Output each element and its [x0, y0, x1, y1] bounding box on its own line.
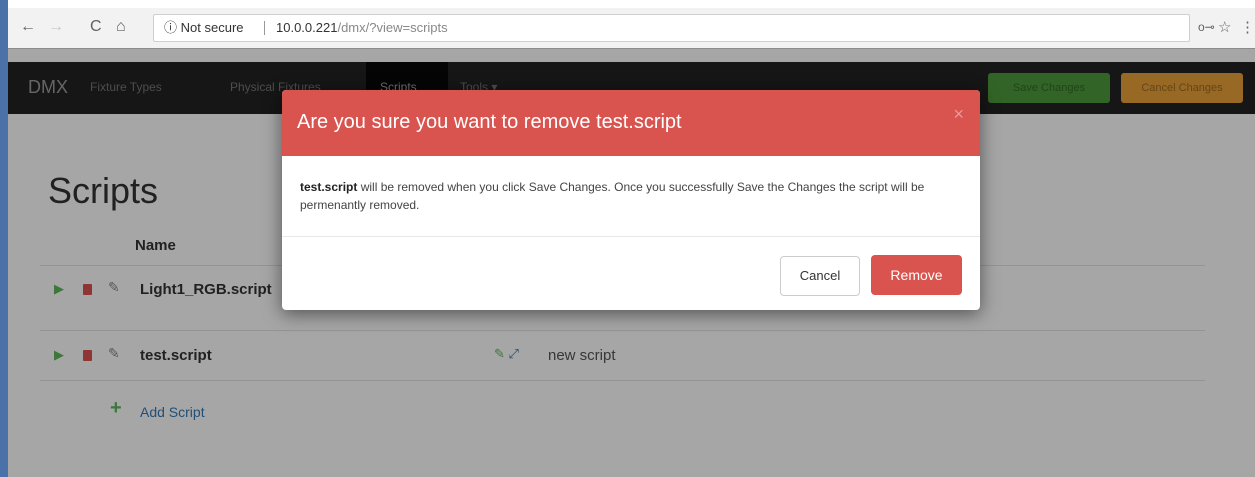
url-text[interactable]: 10.0.0.221/dmx/?view=scripts — [276, 15, 448, 41]
info-icon: ⓘ — [164, 20, 178, 35]
modal-title: Are you sure you want to remove test.scr… — [297, 111, 682, 133]
reload-icon[interactable]: C — [90, 18, 102, 36]
address-bar[interactable]: ⓘ Not secure 10.0.0.221/dmx/?view=script… — [153, 14, 1190, 42]
close-icon[interactable]: × — [953, 104, 964, 125]
modal-body-script-name: test.script — [300, 180, 358, 194]
url-host: 10.0.0.221 — [276, 20, 338, 35]
modal-header: Are you sure you want to remove test.scr… — [282, 90, 980, 156]
key-icon[interactable]: o⊸ — [1198, 20, 1215, 34]
desktop-edge — [0, 0, 8, 477]
home-icon[interactable]: ⌂ — [116, 18, 126, 36]
cancel-button[interactable]: Cancel — [780, 256, 860, 296]
browser-toolbar: ← → C ⌂ ⓘ Not secure 10.0.0.221/dmx/?vie… — [8, 8, 1255, 49]
security-label: Not secure — [180, 20, 244, 35]
modal-body: test.script will be removed when you cli… — [300, 178, 960, 214]
omnibox-divider — [264, 21, 265, 35]
modal-body-text: will be removed when you click Save Chan… — [300, 180, 925, 212]
back-icon[interactable]: ← — [20, 18, 36, 36]
star-icon[interactable]: ☆ — [1218, 18, 1231, 36]
remove-button[interactable]: Remove — [871, 255, 962, 295]
confirm-remove-dialog: Are you sure you want to remove test.scr… — [282, 90, 980, 310]
url-path: /dmx/?view=scripts — [337, 20, 448, 35]
modal-footer-divider — [282, 236, 980, 237]
security-indicator[interactable]: ⓘ Not secure — [164, 15, 244, 41]
menu-icon[interactable]: ⋮ — [1240, 18, 1255, 36]
forward-icon[interactable]: → — [48, 18, 64, 36]
